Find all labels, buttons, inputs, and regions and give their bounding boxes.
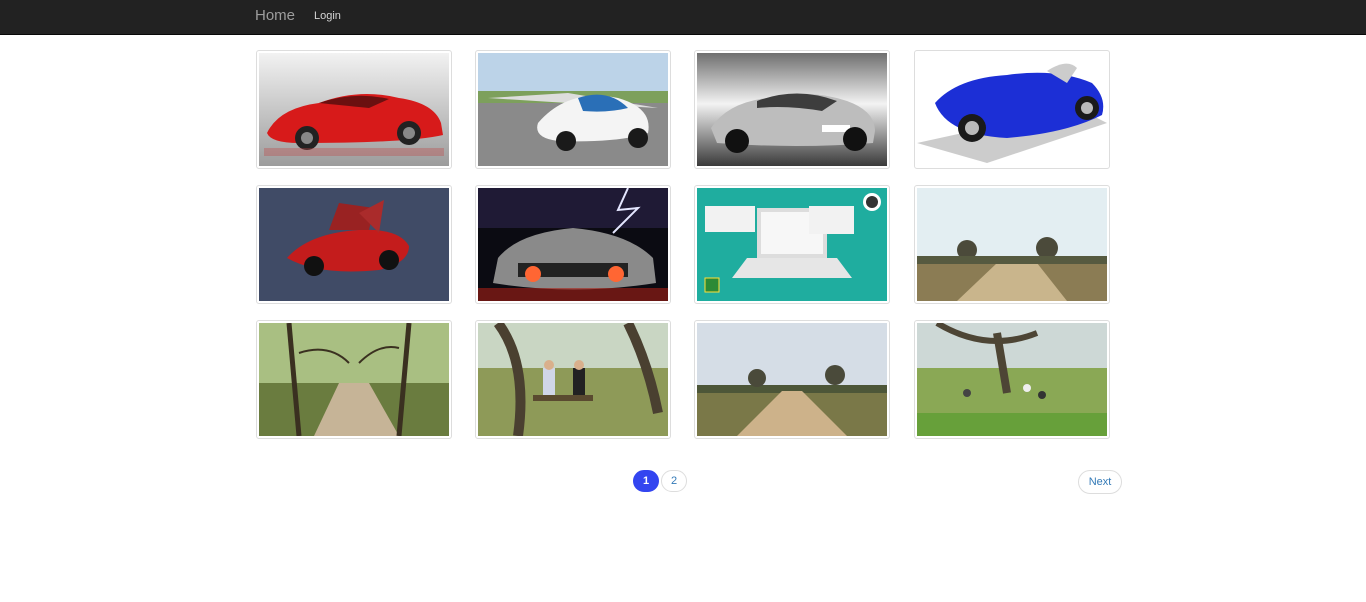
gallery-thumb-dirt-path[interactable] [694, 320, 890, 439]
gallery-thumb-open-field[interactable] [914, 185, 1110, 304]
two-people-bench-image [478, 323, 668, 436]
gallery-thumb-blue-roadster[interactable] [914, 50, 1110, 169]
silver-car-image [697, 53, 887, 166]
page-1-button[interactable]: 1 [633, 470, 659, 492]
dirt-path-image [697, 323, 887, 436]
red-sports-car-image [259, 53, 449, 166]
home-link[interactable]: Home [255, 7, 295, 25]
gallery-thumb-silver-car[interactable] [694, 50, 890, 169]
laptop-illustration-image [697, 188, 887, 301]
gallery-thumb-flying-car[interactable] [475, 50, 671, 169]
page-2-button[interactable]: 2 [661, 470, 687, 492]
tree-path-image [259, 323, 449, 436]
gallery-thumb-red-concept-car[interactable] [256, 185, 452, 304]
blue-roadster-image [917, 53, 1107, 166]
open-field-image [917, 188, 1107, 301]
gallery-thumb-two-people-bench[interactable] [475, 320, 671, 439]
gallery-thumb-group-park[interactable] [914, 320, 1110, 439]
login-link[interactable]: Login [314, 9, 341, 23]
flying-car-image [478, 53, 668, 166]
supercar-lightning-image [478, 188, 668, 301]
red-concept-car-image [259, 188, 449, 301]
group-park-image [917, 323, 1107, 436]
next-page-button[interactable]: Next [1078, 470, 1122, 494]
gallery-thumb-supercar-lightning[interactable] [475, 185, 671, 304]
top-navbar: Home Login [0, 0, 1366, 35]
gallery-thumb-tree-path[interactable] [256, 320, 452, 439]
gallery-thumb-laptop-illustration[interactable] [694, 185, 890, 304]
gallery-thumb-red-sports-car[interactable] [256, 50, 452, 169]
